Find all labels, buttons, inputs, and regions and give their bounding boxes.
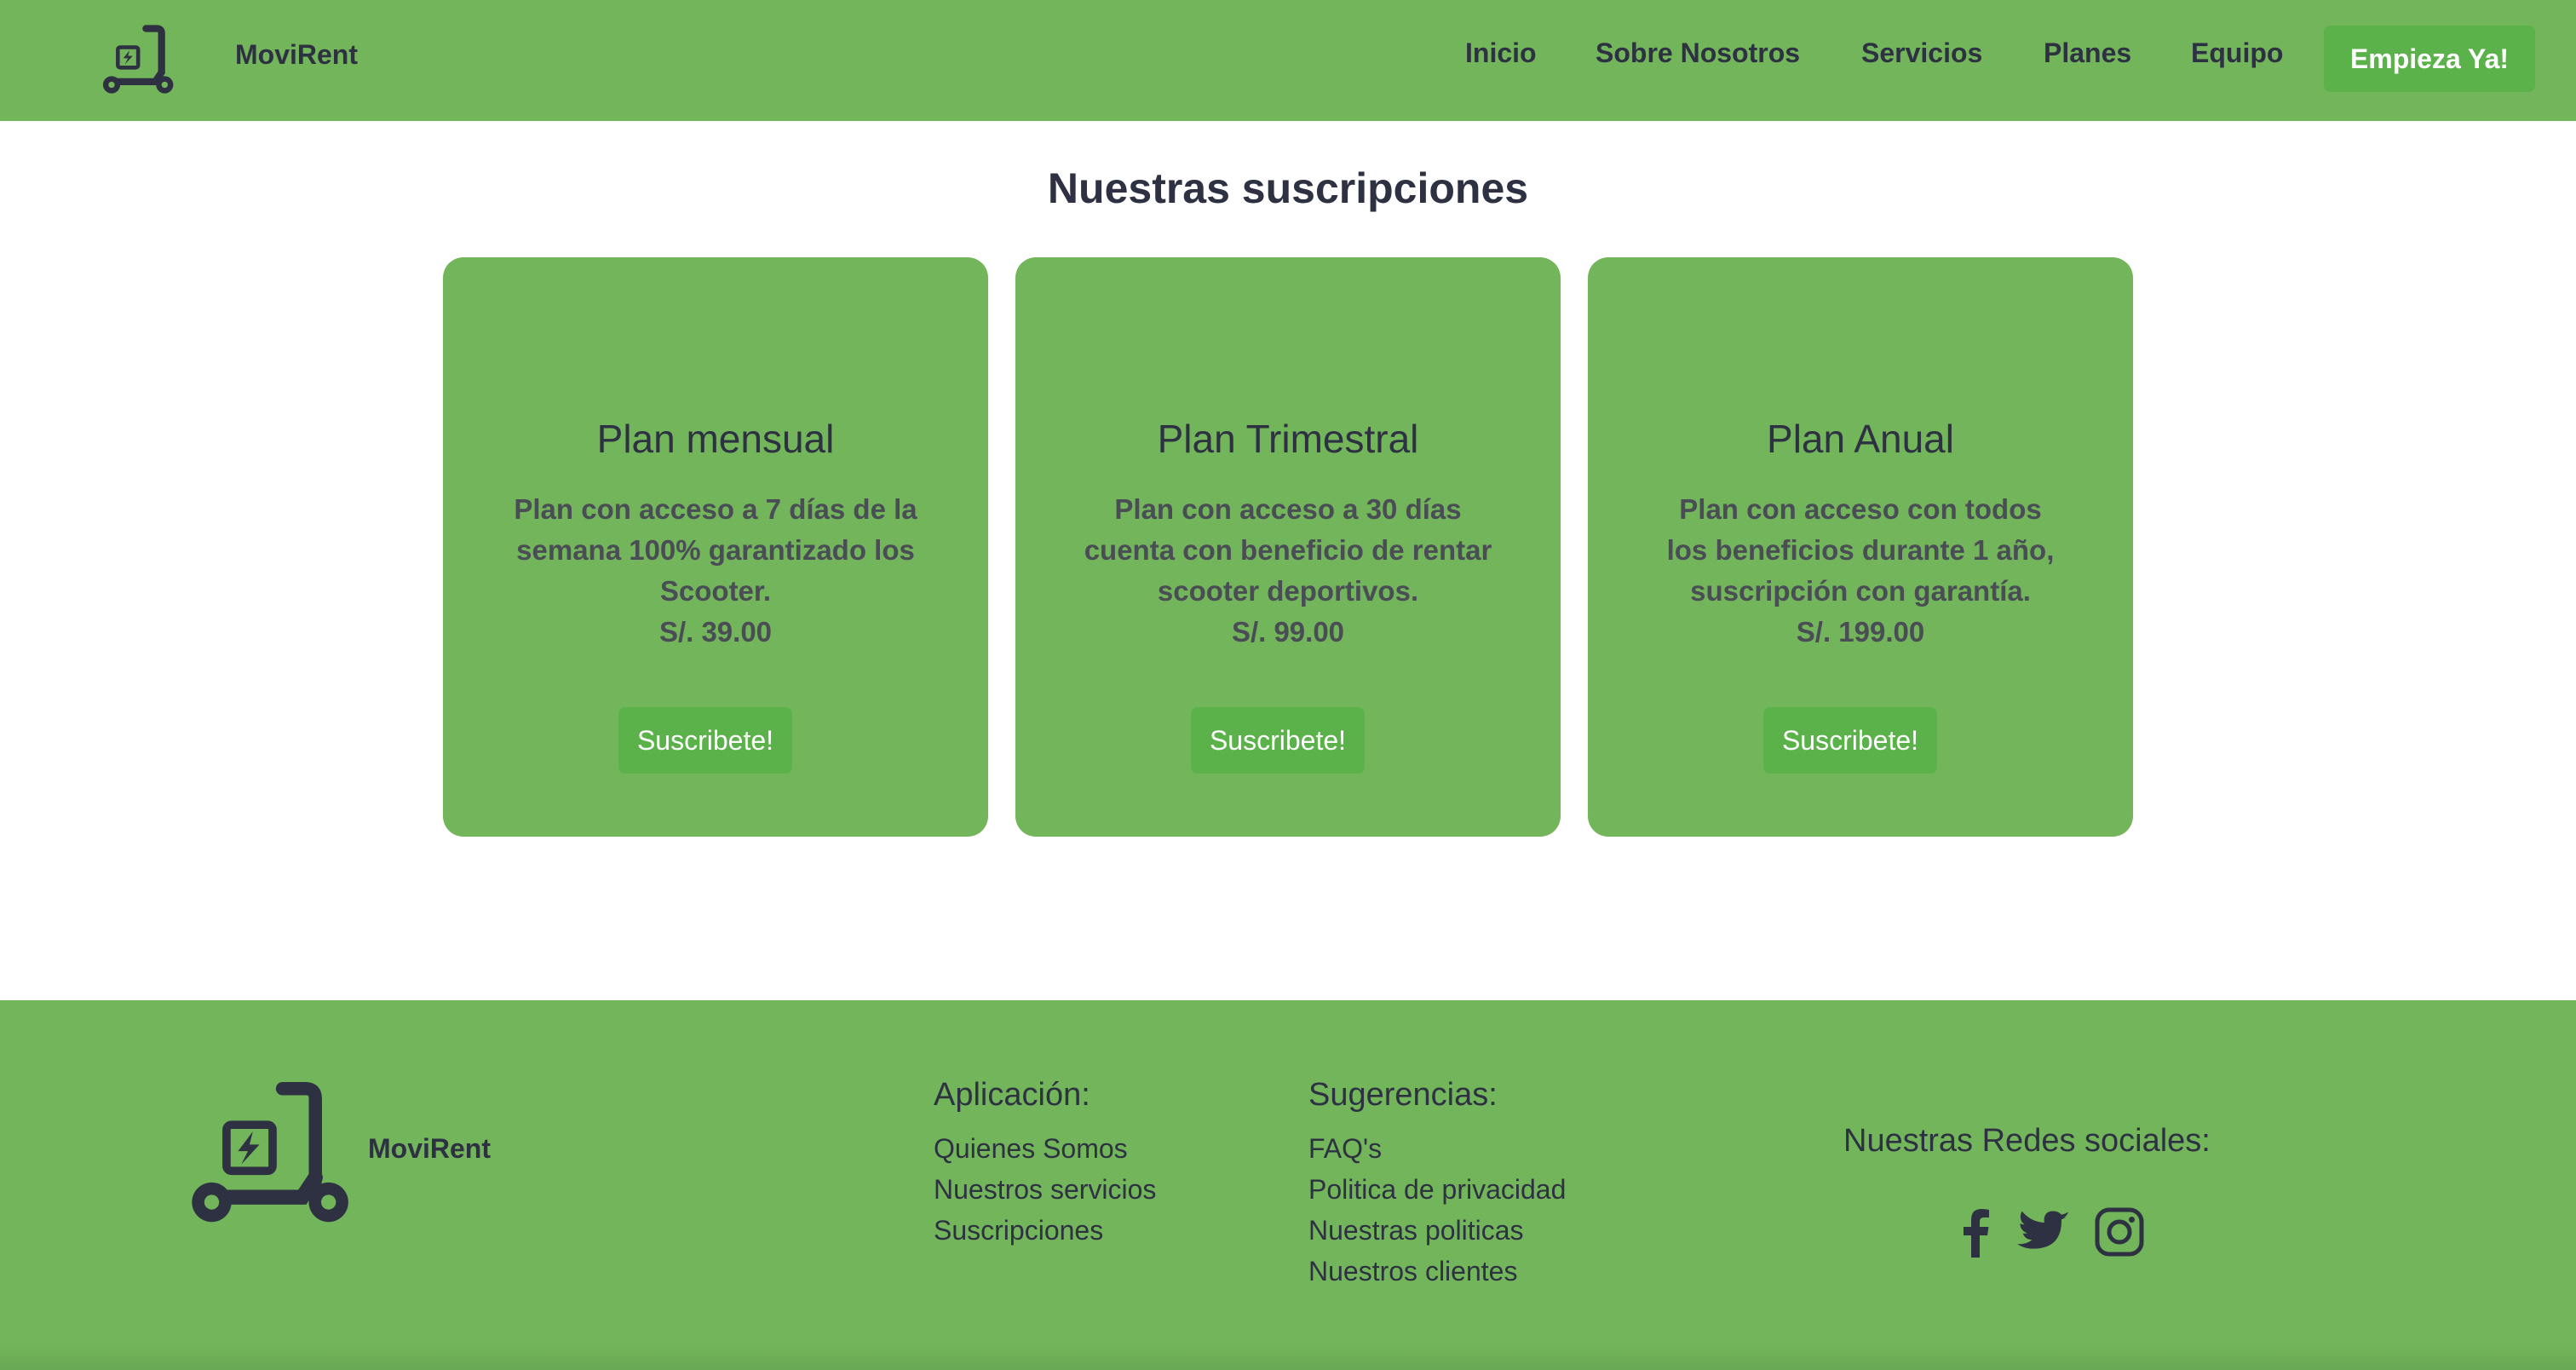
footer-link-quienes-somos[interactable]: Quienes Somos [934, 1133, 1128, 1165]
navbar: MoviRent Inicio Sobre Nosotros Servicios… [0, 0, 2576, 121]
plan-title: Plan mensual [596, 417, 835, 461]
plan-description: Plan con acceso a 30 días cuenta con ben… [1084, 489, 1492, 653]
nav-brand-name[interactable]: MoviRent [235, 39, 358, 71]
footer-link-nuestros-servicios[interactable]: Nuestros servicios [934, 1174, 1156, 1206]
plan-price: S/. 99.00 [1231, 616, 1345, 648]
plan-title: Plan Trimestral [1157, 417, 1419, 461]
plan-description: Plan con acceso con todos los beneficios… [1656, 489, 2065, 653]
facebook-icon[interactable] [1949, 1205, 2004, 1259]
nav-link-sobre-nosotros[interactable]: Sobre Nosotros [1596, 37, 1800, 69]
instagram-icon[interactable] [2092, 1205, 2147, 1259]
twitter-icon[interactable] [2017, 1205, 2072, 1259]
footer-link-nuestras-politicas[interactable]: Nuestras politicas [1308, 1215, 1524, 1246]
footer-link-suscripciones[interactable]: Suscripciones [934, 1215, 1103, 1246]
scooter-logo-icon[interactable] [101, 24, 179, 99]
nav-link-planes[interactable]: Planes [2044, 37, 2131, 69]
plan-price: S/. 39.00 [658, 616, 773, 648]
plan-card-mensual: Plan mensual Plan con acceso a 7 días de… [443, 257, 988, 837]
plan-card-anual: Plan Anual Plan con acceso con todos los… [1588, 257, 2133, 837]
plan-title: Plan Anual [1767, 417, 1954, 461]
footer-suggestions-title: Sugerencias: [1308, 1077, 1498, 1113]
plan-description-text: Plan con acceso con todos los beneficios… [1666, 493, 2055, 607]
subscribe-button[interactable]: Suscribete! [1763, 707, 1937, 774]
nav-link-inicio[interactable]: Inicio [1465, 37, 1537, 69]
footer: MoviRent Aplicación: Quienes Somos Nuest… [0, 1000, 2576, 1370]
scooter-logo-icon [192, 1082, 348, 1223]
nav-link-equipo[interactable]: Equipo [2191, 37, 2283, 69]
subscriptions-title: Nuestras suscripciones [1047, 164, 1529, 212]
plan-description: Plan con acceso a 7 días de la semana 10… [511, 489, 920, 653]
footer-link-politica-privacidad[interactable]: Politica de privacidad [1308, 1174, 1566, 1206]
footer-link-nuestros-clientes[interactable]: Nuestros clientes [1308, 1256, 1517, 1287]
plan-card-trimestral: Plan Trimestral Plan con acceso a 30 día… [1015, 257, 1561, 837]
footer-link-faqs[interactable]: FAQ's [1308, 1133, 1382, 1165]
empieza-ya-button[interactable]: Empieza Ya! [2324, 26, 2535, 92]
plan-description-text: Plan con acceso a 30 días cuenta con ben… [1084, 493, 1492, 607]
subscribe-button[interactable]: Suscribete! [1191, 707, 1365, 774]
footer-app-title: Aplicación: [934, 1077, 1090, 1113]
subscribe-button[interactable]: Suscribete! [618, 707, 792, 774]
footer-bottom-shadow [0, 1344, 2576, 1370]
nav-link-servicios[interactable]: Servicios [1861, 37, 1982, 69]
plan-price: S/. 199.00 [1796, 616, 1925, 648]
plan-description-text: Plan con acceso a 7 días de la semana 10… [514, 493, 917, 607]
footer-brand-name: MoviRent [368, 1133, 491, 1164]
social-title: Nuestras Redes sociales: [1843, 1123, 2211, 1159]
